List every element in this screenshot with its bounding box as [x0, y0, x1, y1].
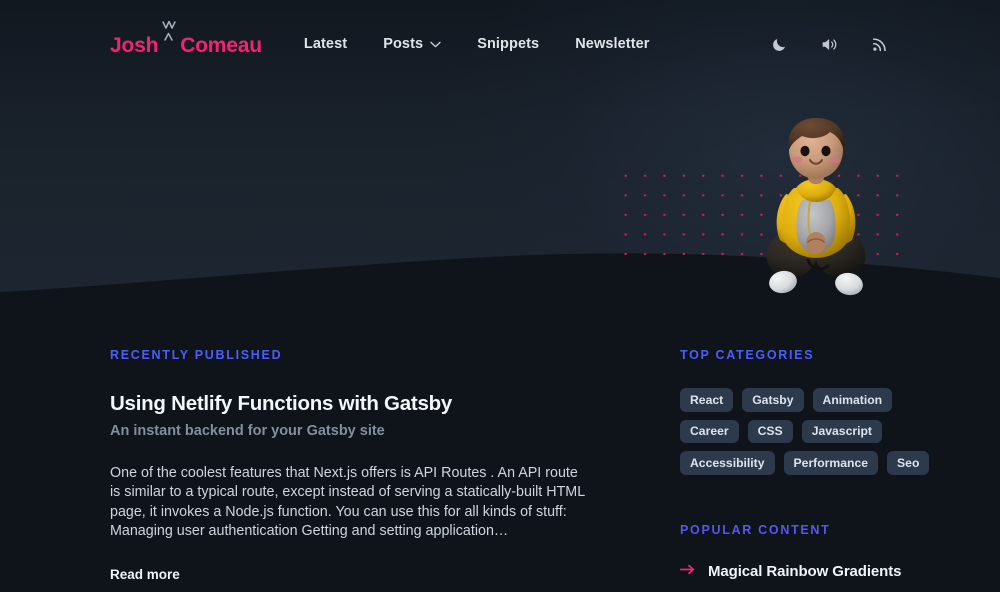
category-tag[interactable]: Animation: [812, 388, 893, 412]
sidebar: Top Categories React Gatsby Animation Ca…: [679, 348, 930, 592]
moon-icon[interactable]: [768, 33, 790, 55]
avatar-3d-illustration: [750, 110, 880, 310]
nav-item-newsletter[interactable]: Newsletter: [571, 30, 653, 58]
section-label-top-categories: Top Categories: [680, 348, 815, 362]
recently-published-section: Recently Published Using Netlify Functio…: [110, 348, 588, 592]
nav-item-posts[interactable]: Posts: [379, 30, 445, 58]
popular-content-title: Magical Rainbow Gradients: [708, 562, 902, 580]
logo-first-name: Josh: [110, 34, 159, 57]
nav-item-label: Posts: [383, 36, 424, 52]
popular-content-list: Magical Rainbow Gradients: [679, 562, 930, 580]
category-tag[interactable]: Career: [680, 419, 739, 444]
category-tag[interactable]: Javascript: [801, 419, 882, 444]
nav-item-latest[interactable]: Latest: [300, 30, 351, 58]
nav-item-label: Snippets: [477, 36, 540, 52]
site-logo[interactable]: Josh Comeau: [110, 20, 262, 58]
post-excerpt: One of the coolest features that Next.js…: [110, 465, 585, 539]
category-tag[interactable]: Performance: [783, 451, 879, 476]
post-subtitle: An instant backend for your Gatsby site: [110, 423, 385, 439]
category-tag[interactable]: CSS: [747, 419, 793, 444]
arrow-right-icon: [679, 562, 695, 580]
wave-mark-icon: [158, 20, 180, 52]
category-tag[interactable]: Gatsby: [742, 388, 804, 412]
chevron-down-icon: [430, 36, 441, 52]
category-tag-list: React Gatsby Animation Career CSS Javasc…: [680, 388, 930, 476]
rss-icon[interactable]: [868, 33, 890, 55]
hero-illustration: [600, 110, 1000, 325]
logo-last-name: Comeau: [180, 34, 262, 57]
main-navigation: Latest Posts Snippets Newsletter: [300, 30, 654, 58]
category-tag[interactable]: Seo: [887, 451, 930, 476]
category-tag[interactable]: React: [680, 388, 734, 412]
main-content: Recently Published Using Netlify Functio…: [0, 330, 1000, 592]
popular-content-item[interactable]: Magical Rainbow Gradients: [679, 562, 930, 580]
nav-item-label: Newsletter: [575, 36, 650, 52]
section-label-recently-published: Recently Published: [110, 348, 283, 362]
read-more-link[interactable]: Read more: [110, 567, 180, 582]
post-title[interactable]: Using Netlify Functions with Gatsby: [110, 392, 588, 416]
header-actions: [768, 33, 890, 55]
nav-item-label: Latest: [303, 36, 348, 52]
nav-item-snippets[interactable]: Snippets: [473, 30, 543, 58]
section-label-popular-content: Popular Content: [680, 523, 831, 538]
category-tag[interactable]: Accessibility: [680, 451, 775, 476]
site-header: Josh Comeau Latest Posts Snippets Newsle…: [0, 0, 1000, 88]
speaker-icon[interactable]: [818, 33, 840, 55]
